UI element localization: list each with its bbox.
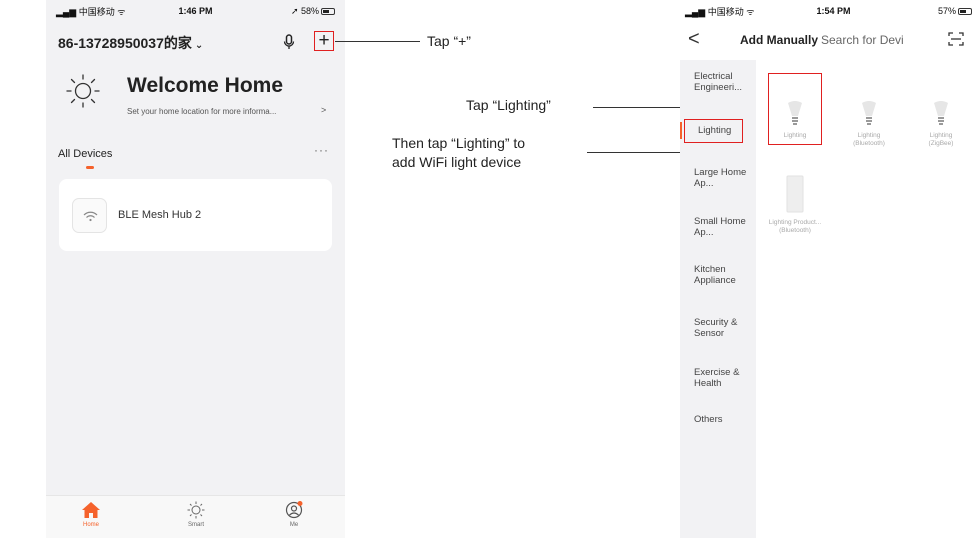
product-lighting-product-bluetooth[interactable]: Lighting Product... (Bluetooth)	[768, 175, 822, 235]
device-card[interactable]: BLE Mesh Hub 2	[59, 179, 332, 251]
home-name: 86-13728950037的家	[58, 35, 192, 51]
bottom-tab-bar: Home Smart Me	[46, 495, 345, 538]
all-devices-title[interactable]: All Devices	[58, 148, 112, 160]
annotation-then-tap-line2: add WiFi light device	[392, 154, 522, 170]
tab-me[interactable]: Me	[264, 501, 324, 528]
product-name: Lighting	[857, 132, 881, 139]
plus-icon: +	[318, 30, 330, 51]
status-bar: ▂▄▆ 中国移动 ᯤ 1:54 PM 57%	[680, 0, 977, 22]
category-security-sensor[interactable]: Security & Sensor	[694, 317, 754, 339]
category-small-home-appliance[interactable]: Small Home Ap...	[694, 216, 754, 238]
scan-icon[interactable]	[948, 32, 964, 46]
sun-icon	[187, 501, 205, 519]
bulb-icon	[862, 101, 876, 125]
product-name: Lighting Product...	[768, 219, 822, 226]
home-selector[interactable]: 86-13728950037的家 ⌄	[58, 33, 203, 53]
annotation-tap-plus: Tap “+”	[427, 33, 471, 49]
wifi-icon	[83, 211, 98, 222]
left-phone-screen: ▂▄▆ 中国移动 ᯤ 1:46 PM ➚ 58% 86-13728950037的…	[46, 0, 345, 538]
add-device-button[interactable]: +	[314, 30, 334, 51]
tab-label: Me	[289, 522, 299, 528]
selected-category-marker	[680, 122, 682, 139]
tab-label: Home	[82, 522, 99, 528]
device-name: BLE Mesh Hub 2	[118, 209, 202, 221]
battery-indicator: ➚ 58%	[235, 6, 335, 17]
home-icon	[82, 502, 100, 518]
battery-icon	[958, 8, 972, 16]
product-sub: (Bluetooth)	[853, 140, 885, 147]
product-sub: (Bluetooth)	[779, 227, 811, 234]
location-hint[interactable]: Set your home location for more informa.…	[127, 107, 276, 116]
annotation-then-tap-line1: Then tap “Lighting” to	[392, 135, 526, 151]
category-large-home-appliance[interactable]: Large Home Ap...	[694, 167, 754, 189]
status-bar: ▂▄▆ 中国移动 ᯤ 1:46 PM ➚ 58%	[46, 0, 345, 22]
battery-icon	[321, 7, 335, 15]
status-time: 1:46 PM	[178, 6, 213, 16]
tab-label: Smart	[187, 522, 204, 528]
product-name: Lighting	[929, 132, 953, 139]
welcome-heading: Welcome Home	[127, 74, 283, 97]
active-tab-indicator	[86, 166, 94, 169]
carrier-label: ▂▄▆ 中国移动 ᯤ	[685, 6, 755, 17]
category-exercise-health[interactable]: Exercise & Health	[694, 367, 754, 389]
category-electrical[interactable]: Electrical Engineeri...	[694, 71, 754, 93]
callout-line-plus	[335, 41, 420, 42]
annotation-tap-lighting: Tap “Lighting”	[466, 97, 551, 113]
tab-smart[interactable]: Smart	[166, 501, 226, 528]
right-phone-screen: ▂▄▆ 中国移动 ᯤ 1:54 PM 57% < Add Manually Se…	[680, 0, 977, 538]
category-kitchen-appliance[interactable]: Kitchen Appliance	[694, 264, 754, 286]
device-icon-box	[72, 198, 107, 233]
carrier-label: ▂▄▆ 中国移动 ᯤ	[56, 6, 126, 17]
microphone-icon[interactable]	[283, 34, 295, 50]
tab-home[interactable]: Home	[61, 501, 121, 528]
bulb-icon	[934, 101, 948, 125]
product-lighting-zigbee[interactable]: Lighting (ZigBee)	[914, 100, 968, 148]
tab-add-manually[interactable]: Add Manually	[740, 33, 818, 47]
product-lighting-bluetooth[interactable]: Lighting (Bluetooth)	[842, 100, 896, 148]
product-sub: (ZigBee)	[928, 140, 954, 147]
light-panel-icon	[786, 175, 804, 213]
battery-indicator: 57%	[882, 6, 972, 16]
chevron-down-icon: ⌄	[194, 40, 204, 51]
status-time: 1:54 PM	[816, 6, 851, 16]
highlight-box-product	[768, 73, 822, 145]
back-chevron-icon[interactable]: <	[688, 28, 700, 51]
category-others[interactable]: Others	[694, 414, 754, 425]
tab-search-for-devices[interactable]: Search for Devi	[821, 33, 904, 47]
chevron-right-icon[interactable]: >	[321, 105, 326, 115]
highlight-box-lighting	[684, 119, 743, 143]
person-icon	[285, 501, 303, 519]
more-options-icon[interactable]: ···	[314, 143, 329, 157]
sun-icon	[66, 74, 100, 108]
